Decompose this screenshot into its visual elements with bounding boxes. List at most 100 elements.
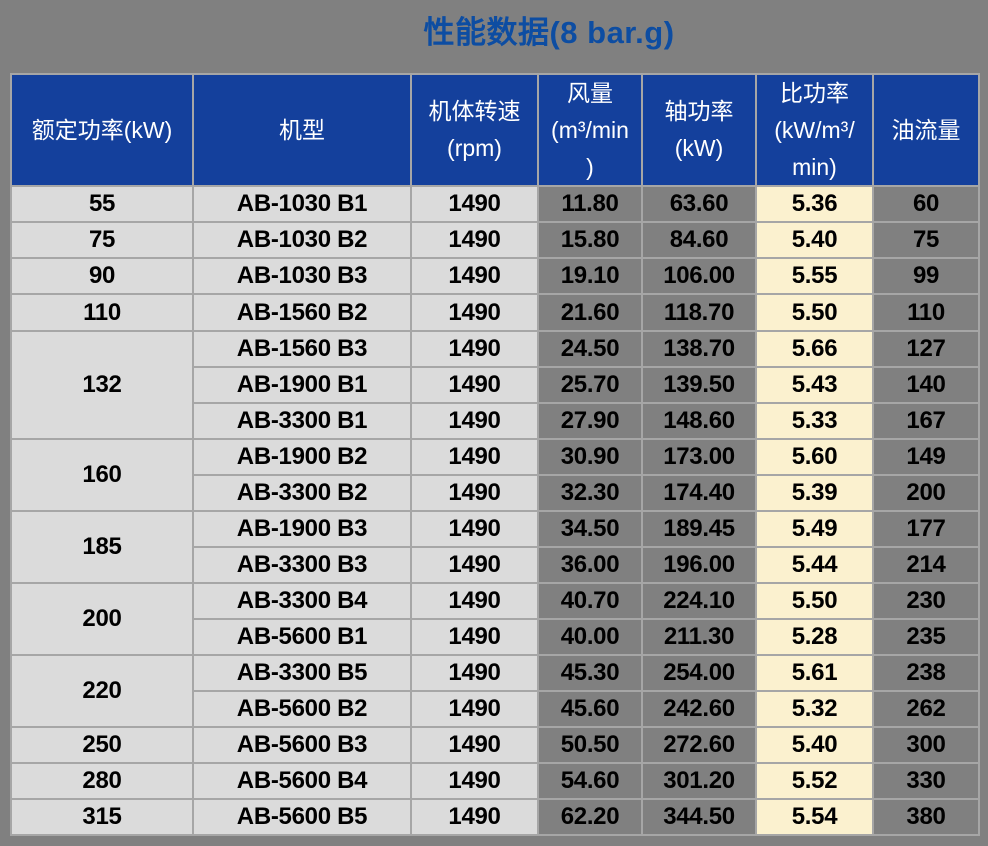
air-flow-cell: 32.30 [538,475,642,511]
rated-power-cell: 160 [11,439,193,511]
shaft-power-cell: 254.00 [642,655,756,691]
rpm-cell: 1490 [411,799,538,835]
rated-power-cell: 132 [11,331,193,439]
shaft-power-cell: 148.60 [642,403,756,439]
oil-flow-cell: 200 [873,475,979,511]
shaft-power-cell: 224.10 [642,583,756,619]
model-cell: AB-3300 B5 [193,655,411,691]
shaft-power-cell: 242.60 [642,691,756,727]
air-flow-cell: 40.00 [538,619,642,655]
shaft-power-cell: 84.60 [642,222,756,258]
air-flow-cell: 54.60 [538,763,642,799]
model-cell: AB-1900 B3 [193,511,411,547]
air-flow-cell: 24.50 [538,331,642,367]
specific-power-cell: 5.54 [756,799,873,835]
air-flow-cell: 40.70 [538,583,642,619]
shaft-power-cell: 173.00 [642,439,756,475]
rpm-cell: 1490 [411,331,538,367]
shaft-power-cell: 211.30 [642,619,756,655]
air-flow-cell: 27.90 [538,403,642,439]
oil-flow-cell: 177 [873,511,979,547]
table-row: 75AB-1030 B2149015.8084.605.4075 [11,222,979,258]
model-cell: AB-1030 B3 [193,258,411,294]
model-cell: AB-3300 B1 [193,403,411,439]
air-flow-cell: 50.50 [538,727,642,763]
rpm-cell: 1490 [411,655,538,691]
column-header-shaft-power: 轴功率 (kW) [642,74,756,186]
rated-power-cell: 315 [11,799,193,835]
model-cell: AB-3300 B2 [193,475,411,511]
shaft-power-cell: 174.40 [642,475,756,511]
rpm-cell: 1490 [411,367,538,403]
shaft-power-cell: 63.60 [642,186,756,222]
model-cell: AB-1030 B2 [193,222,411,258]
specific-power-cell: 5.40 [756,727,873,763]
shaft-power-cell: 139.50 [642,367,756,403]
rated-power-cell: 250 [11,727,193,763]
model-cell: AB-1030 B1 [193,186,411,222]
air-flow-cell: 36.00 [538,547,642,583]
rated-power-cell: 110 [11,294,193,330]
shaft-power-cell: 189.45 [642,511,756,547]
rated-power-cell: 220 [11,655,193,727]
rated-power-cell: 280 [11,763,193,799]
air-flow-cell: 62.20 [538,799,642,835]
specific-power-cell: 5.50 [756,294,873,330]
column-header-oil-flow: 油流量 [873,74,979,186]
column-header-rpm: 机体转速 (rpm) [411,74,538,186]
rpm-cell: 1490 [411,258,538,294]
table-row: 110AB-1560 B2149021.60118.705.50110 [11,294,979,330]
air-flow-cell: 25.70 [538,367,642,403]
air-flow-cell: 45.30 [538,655,642,691]
oil-flow-cell: 238 [873,655,979,691]
rated-power-cell: 185 [11,511,193,583]
oil-flow-cell: 60 [873,186,979,222]
specific-power-cell: 5.39 [756,475,873,511]
model-cell: AB-5600 B5 [193,799,411,835]
air-flow-cell: 21.60 [538,294,642,330]
specific-power-cell: 5.49 [756,511,873,547]
specific-power-cell: 5.61 [756,655,873,691]
rpm-cell: 1490 [411,294,538,330]
rpm-cell: 1490 [411,727,538,763]
page-title: 性能数据(8 bar.g) [0,7,988,52]
column-header-rated-power: 额定功率(kW) [11,74,193,186]
rpm-cell: 1490 [411,439,538,475]
air-flow-cell: 15.80 [538,222,642,258]
table-row: 280AB-5600 B4149054.60301.205.52330 [11,763,979,799]
oil-flow-cell: 380 [873,799,979,835]
oil-flow-cell: 262 [873,691,979,727]
air-flow-cell: 30.90 [538,439,642,475]
model-cell: AB-5600 B2 [193,691,411,727]
model-cell: AB-3300 B4 [193,583,411,619]
specific-power-cell: 5.50 [756,583,873,619]
oil-flow-cell: 330 [873,763,979,799]
rated-power-cell: 200 [11,583,193,655]
rpm-cell: 1490 [411,583,538,619]
table-row: 250AB-5600 B3149050.50272.605.40300 [11,727,979,763]
specific-power-cell: 5.33 [756,403,873,439]
air-flow-cell: 11.80 [538,186,642,222]
shaft-power-cell: 272.60 [642,727,756,763]
oil-flow-cell: 230 [873,583,979,619]
table-body: 55AB-1030 B1149011.8063.605.366075AB-103… [11,186,979,835]
rpm-cell: 1490 [411,222,538,258]
air-flow-cell: 34.50 [538,511,642,547]
shaft-power-cell: 138.70 [642,331,756,367]
table-row: 55AB-1030 B1149011.8063.605.3660 [11,186,979,222]
rpm-cell: 1490 [411,763,538,799]
table-header-row: 额定功率(kW) 机型 机体转速 (rpm) 风量 (m³/min ) 轴功率 … [11,74,979,186]
oil-flow-cell: 300 [873,727,979,763]
model-cell: AB-5600 B3 [193,727,411,763]
shaft-power-cell: 106.00 [642,258,756,294]
table-row: 220AB-3300 B5149045.30254.005.61238 [11,655,979,691]
model-cell: AB-5600 B1 [193,619,411,655]
oil-flow-cell: 140 [873,367,979,403]
oil-flow-cell: 167 [873,403,979,439]
model-cell: AB-1900 B2 [193,439,411,475]
specific-power-cell: 5.43 [756,367,873,403]
rpm-cell: 1490 [411,511,538,547]
oil-flow-cell: 127 [873,331,979,367]
specific-power-cell: 5.28 [756,619,873,655]
rpm-cell: 1490 [411,475,538,511]
